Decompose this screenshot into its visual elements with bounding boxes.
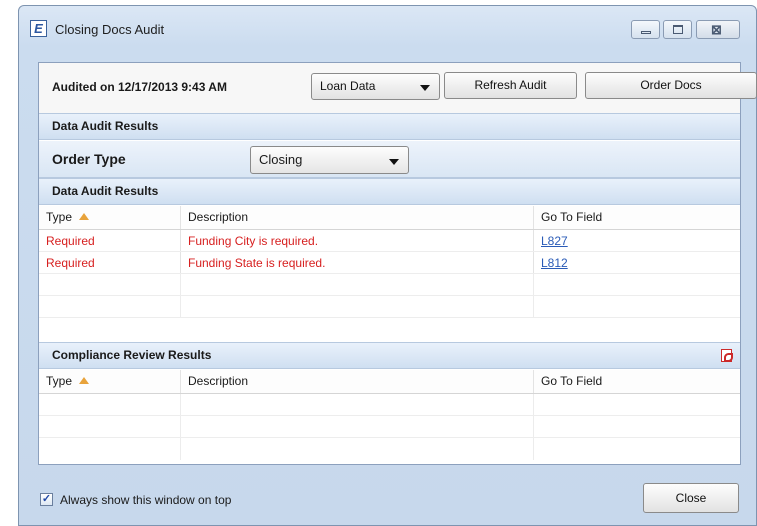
audited-timestamp: Audited on 12/17/2013 9:43 AM <box>52 80 227 94</box>
refresh-audit-button[interactable]: Refresh Audit <box>444 72 577 99</box>
data-source-dropdown[interactable]: Loan Data <box>311 73 440 100</box>
data-audit-results-subheader: Data Audit Results <box>39 178 740 205</box>
table-header: Type Description Go To Field <box>39 370 740 394</box>
checkmark-icon: ✓ <box>41 493 52 505</box>
empty-row <box>39 394 740 416</box>
audit-panel: Audited on 12/17/2013 9:43 AM Loan Data … <box>38 62 757 465</box>
always-on-top-label: Always show this window on top <box>60 493 232 507</box>
order-type-selected: Closing <box>259 152 303 167</box>
column-header-go-to-field[interactable]: Go To Field <box>533 370 740 393</box>
table-row[interactable]: Required Funding State is required. L812 <box>39 252 740 274</box>
minimize-button[interactable] <box>631 20 660 39</box>
table-row[interactable]: Required Funding City is required. L827 <box>39 230 740 252</box>
chevron-down-icon <box>420 85 430 91</box>
order-docs-button[interactable]: Order Docs <box>585 72 757 99</box>
column-header-description[interactable]: Description <box>180 206 533 229</box>
empty-row <box>39 416 740 438</box>
audit-toolbar: Audited on 12/17/2013 9:43 AM Loan Data … <box>39 63 757 113</box>
row-type: Required <box>46 234 95 248</box>
compliance-review-title: Compliance Review Results <box>52 348 212 362</box>
column-header-type[interactable]: Type <box>39 206 180 229</box>
always-on-top-checkbox[interactable]: ✓ <box>40 493 53 506</box>
column-header-description[interactable]: Description <box>180 370 533 393</box>
row-type: Required <box>46 256 95 270</box>
closing-docs-audit-window: E Closing Docs Audit ⊠ Audited on 12/17/… <box>18 5 757 526</box>
pdf-icon[interactable] <box>721 349 733 362</box>
order-type-dropdown[interactable]: Closing <box>250 146 409 174</box>
table-header: Type Description Go To Field <box>39 206 740 230</box>
app-logo-icon: E <box>30 20 47 37</box>
audit-results-table: Type Description Go To Field Required Fu… <box>39 206 740 318</box>
minimize-icon <box>641 31 651 34</box>
close-window-button[interactable]: ⊠ <box>696 20 740 39</box>
row-description: Funding State is required. <box>180 252 533 273</box>
data-audit-results-header: Data Audit Results <box>39 113 740 140</box>
close-button[interactable]: Close <box>643 483 739 513</box>
empty-row <box>39 274 740 296</box>
empty-row <box>39 438 740 460</box>
row-description: Funding City is required. <box>180 230 533 251</box>
order-type-row: Order Type Closing <box>39 141 740 178</box>
window-client-area: Audited on 12/17/2013 9:43 AM Loan Data … <box>34 62 757 513</box>
go-to-field-link[interactable]: L827 <box>541 234 568 248</box>
close-icon: ⊠ <box>711 22 722 37</box>
chevron-down-icon <box>389 159 399 165</box>
window-title: Closing Docs Audit <box>55 22 165 37</box>
go-to-field-link[interactable]: L812 <box>541 256 568 270</box>
sort-ascending-icon <box>79 213 90 220</box>
order-type-label: Order Type <box>52 151 126 167</box>
empty-row <box>39 296 740 318</box>
maximize-button[interactable] <box>663 20 692 39</box>
column-header-go-to-field[interactable]: Go To Field <box>533 206 740 229</box>
maximize-icon <box>673 25 683 34</box>
compliance-review-header: Compliance Review Results <box>39 342 740 369</box>
title-bar[interactable]: E Closing Docs Audit ⊠ <box>19 6 756 46</box>
data-source-selected: Loan Data <box>320 79 376 93</box>
sort-ascending-icon <box>79 377 90 384</box>
column-header-type[interactable]: Type <box>39 370 180 393</box>
compliance-results-table: Type Description Go To Field <box>39 370 740 460</box>
